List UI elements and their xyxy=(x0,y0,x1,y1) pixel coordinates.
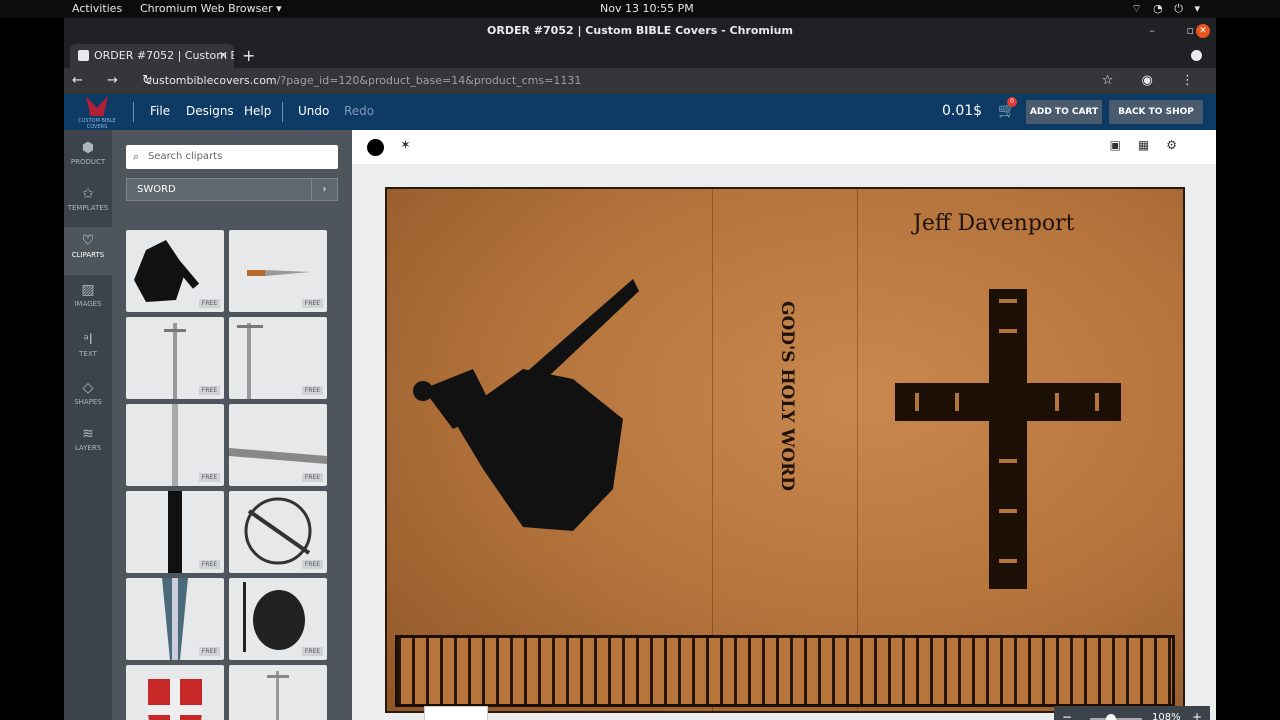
rail-cliparts[interactable]: ♡ CLIPARTS xyxy=(64,227,112,275)
rail-text[interactable]: ᵃI TEXT xyxy=(64,326,112,374)
clock[interactable]: Nov 13 10:55 PM xyxy=(600,2,694,15)
design-workspace: ✶ ▣▦⚙ Jeff Davenport GOD'S HOLY WORD − 1… xyxy=(352,130,1216,720)
zoom-level: 108% xyxy=(1152,712,1181,720)
heart-icon: ♡ xyxy=(81,233,95,249)
zoom-in-icon[interactable]: + xyxy=(1192,710,1202,720)
address-bar-row: ← → ↻ custombiblecovers.com/?page_id=120… xyxy=(64,68,1216,94)
image-icon: ▨ xyxy=(81,282,95,298)
clipart-tile[interactable]: FREE xyxy=(229,578,327,660)
clipart-tile[interactable]: FREE xyxy=(229,491,327,573)
free-badge: FREE xyxy=(198,560,220,569)
redo-button[interactable]: Redo xyxy=(344,104,374,118)
zoom-out-icon[interactable]: − xyxy=(1062,710,1072,720)
category-label: SWORD xyxy=(137,184,176,195)
rail-shapes[interactable]: ◇ SHAPES xyxy=(64,374,112,422)
menu-help[interactable]: Help xyxy=(244,104,271,118)
canvas-tool-icons[interactable]: ▣▦⚙ xyxy=(1110,138,1194,152)
zoom-slider-handle[interactable] xyxy=(1106,714,1116,720)
divider xyxy=(282,102,283,122)
rail-images[interactable]: ▨ IMAGES xyxy=(64,276,112,324)
system-top-bar: Activities Chromium Web Browser ▾ Nov 13… xyxy=(0,0,1280,18)
page-thumbnail[interactable] xyxy=(424,706,488,720)
new-tab-button[interactable]: + xyxy=(242,46,255,65)
free-badge: FREE xyxy=(198,473,220,482)
search-icon: ⌕ xyxy=(133,150,140,163)
bible-cover-canvas[interactable]: Jeff Davenport GOD'S HOLY WORD xyxy=(385,187,1185,713)
free-badge: FREE xyxy=(198,647,220,656)
undo-button[interactable]: Undo xyxy=(298,104,329,118)
magic-wand-icon[interactable]: ✶ xyxy=(400,138,411,153)
star-icon: ✩ xyxy=(82,186,94,202)
cover-name-text[interactable]: Jeff Davenport xyxy=(913,211,1075,236)
price-display: 0.01$ xyxy=(942,103,983,119)
free-badge: FREE xyxy=(301,299,323,308)
cube-icon: ⬢ xyxy=(81,140,95,156)
chevron-right-icon[interactable]: › xyxy=(311,179,337,200)
free-badge: FREE xyxy=(301,386,323,395)
clipart-tile[interactable]: FREE xyxy=(126,665,224,720)
free-badge: FREE xyxy=(301,560,323,569)
clipart-panel: ⌕ Search cliparts SWORD › FREE FREE FREE… xyxy=(112,130,396,720)
close-window-icon[interactable]: ✕ xyxy=(1196,24,1210,38)
add-to-cart-button[interactable]: ADD TO CART xyxy=(1026,100,1102,124)
clipart-tile[interactable]: FREE xyxy=(229,665,327,720)
url-host: custombiblecovers.com xyxy=(146,74,277,87)
rail-product[interactable]: ⬢ PRODUCT xyxy=(64,134,112,182)
cart-count-badge: 0 xyxy=(1007,97,1017,107)
search-input[interactable]: ⌕ Search cliparts xyxy=(126,145,338,169)
tab-close-icon[interactable]: ✕ xyxy=(219,44,228,68)
free-badge: FREE xyxy=(198,386,220,395)
rail-templates[interactable]: ✩ TEMPLATES xyxy=(64,180,112,228)
browser-window: ORDER #7052 | Custom BIBLE Covers - Chro… xyxy=(64,18,1216,720)
system-tray[interactable]: ⌔ ◔ ⏻ ▾ xyxy=(1131,2,1204,16)
menu-file[interactable]: File xyxy=(150,104,170,118)
window-titlebar: ORDER #7052 | Custom BIBLE Covers - Chro… xyxy=(64,18,1216,44)
logo-mark-icon xyxy=(86,96,108,116)
clipart-tile[interactable]: FREE xyxy=(126,578,224,660)
crusader-shield-clipart-icon xyxy=(148,679,202,720)
fist-sword-artwork-icon[interactable] xyxy=(413,269,673,569)
color-picker-swatch[interactable] xyxy=(367,139,384,156)
tab-search-icon[interactable] xyxy=(1191,50,1202,61)
clipart-tile[interactable]: FREE xyxy=(229,404,327,486)
clipart-tile[interactable]: FREE xyxy=(126,404,224,486)
clipart-tile[interactable]: FREE xyxy=(126,317,224,399)
clipart-tile[interactable]: FREE xyxy=(126,491,224,573)
layers-icon: ≋ xyxy=(82,426,94,442)
free-badge: FREE xyxy=(198,299,220,308)
celtic-knot-border[interactable] xyxy=(395,635,1175,707)
rapier-clipart-icon xyxy=(267,671,289,720)
spine-title-text[interactable]: GOD'S HOLY WORD xyxy=(772,276,802,516)
favicon-icon xyxy=(78,50,89,61)
search-placeholder: Search cliparts xyxy=(148,151,223,162)
divider xyxy=(133,102,134,122)
text-icon: ᵃI xyxy=(83,332,93,348)
diamond-icon: ◇ xyxy=(82,380,94,396)
url-field[interactable]: custombiblecovers.com/?page_id=120&produ… xyxy=(146,74,581,87)
category-selector[interactable]: SWORD › xyxy=(126,178,338,201)
menu-designs[interactable]: Designs xyxy=(186,104,234,118)
zoom-control: − 108% + xyxy=(1054,706,1210,720)
free-badge: FREE xyxy=(301,473,323,482)
url-path: /?page_id=120&product_base=14&product_cm… xyxy=(276,74,582,87)
logo[interactable]: CUSTOM BIBLE COVERS xyxy=(72,96,122,130)
tab-title: ORDER #7052 | Custom B xyxy=(94,49,234,62)
canvas-toolbar: ✶ ▣▦⚙ xyxy=(352,130,1216,164)
ornate-cross-icon[interactable] xyxy=(895,289,1125,589)
tab-strip: ORDER #7052 | Custom B ✕ + xyxy=(64,44,1216,68)
browser-tab[interactable]: ORDER #7052 | Custom B ✕ xyxy=(70,44,234,68)
clipart-tile[interactable]: FREE xyxy=(126,230,224,312)
clipart-tile[interactable]: FREE xyxy=(229,317,327,399)
free-badge: FREE xyxy=(301,647,323,656)
clipart-tile[interactable]: FREE xyxy=(229,230,327,312)
toolbar-icons[interactable]: ☆ ◉ ⋮ xyxy=(1102,73,1206,88)
logo-text: CUSTOM BIBLE COVERS xyxy=(78,118,116,130)
app-header: CUSTOM BIBLE COVERS File Designs Help Un… xyxy=(64,94,1216,130)
rail-layers[interactable]: ≋ LAYERS xyxy=(64,420,112,468)
back-to-shop-button[interactable]: BACK TO SHOP xyxy=(1109,100,1203,124)
tool-rail: ⬢ PRODUCT ✩ TEMPLATES ♡ CLIPARTS ▨ IMAGES ᵃI… xyxy=(64,130,112,720)
activities-button[interactable]: Activities xyxy=(72,2,122,15)
app-menu[interactable]: Chromium Web Browser ▾ xyxy=(140,2,282,15)
window-title: ORDER #7052 | Custom BIBLE Covers - Chro… xyxy=(487,24,793,37)
